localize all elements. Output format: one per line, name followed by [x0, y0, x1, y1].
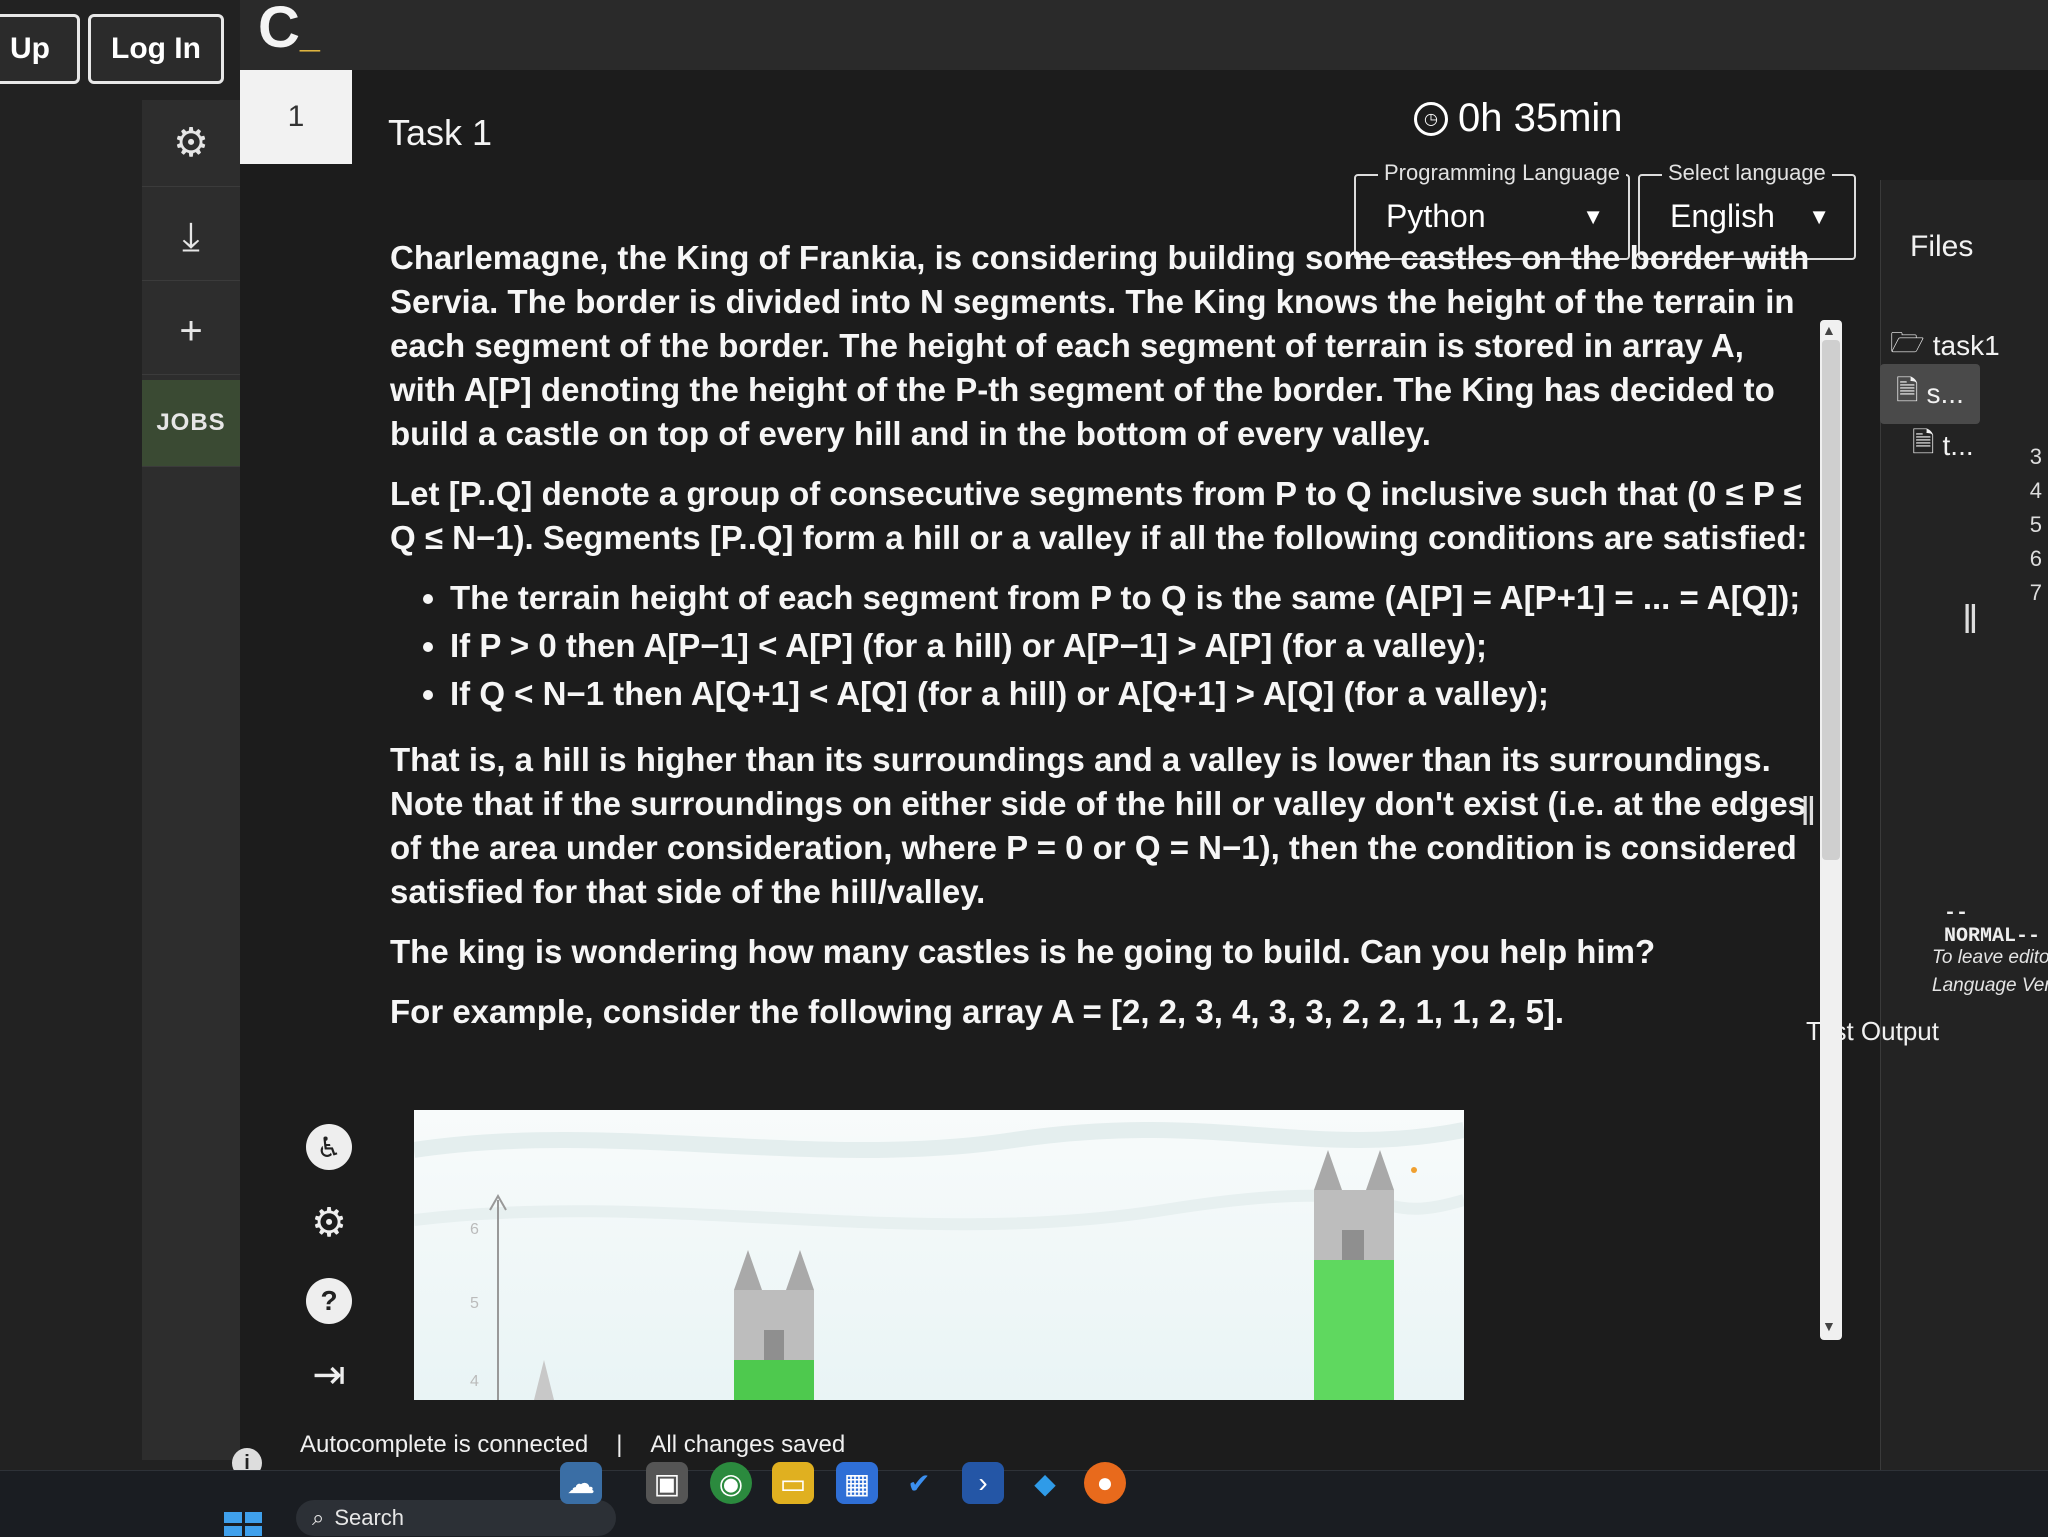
- powershell-icon[interactable]: ›: [962, 1462, 1004, 1504]
- castle-icon: [734, 1250, 814, 1400]
- timer-value: 0h 35min: [1458, 96, 1623, 140]
- editor-hint-line: Language Vers: [1932, 975, 2048, 996]
- log-in-button[interactable]: Log In: [88, 14, 224, 84]
- calendar-icon[interactable]: ▦: [836, 1462, 878, 1504]
- sign-up-button[interactable]: Up: [0, 14, 80, 84]
- file-item[interactable]: 🗎 t...: [1912, 422, 1974, 470]
- task-tab-number: 1: [287, 100, 305, 133]
- files-title: Files: [1910, 230, 1974, 263]
- accessibility-button[interactable]: ♿: [306, 1124, 352, 1170]
- todo-icon[interactable]: ✔: [898, 1462, 940, 1504]
- description-paragraph: That is, a hill is higher than its surro…: [390, 741, 1807, 910]
- task-tab[interactable]: 1: [240, 70, 352, 164]
- editor-line-numbers: 3 4 5 6 7: [2012, 440, 2042, 610]
- y-tick-label: 6: [470, 1221, 479, 1238]
- terrain-figure: 6 5 4: [414, 1122, 1464, 1400]
- example-illustration: 6 5 4: [414, 1110, 1464, 1400]
- chevron-down-icon: ▼: [1582, 204, 1604, 229]
- condition-item: The terrain height of each segment from …: [450, 576, 1810, 620]
- vscode-icon[interactable]: ◆: [1024, 1462, 1066, 1504]
- description-paragraph: For example, consider the following arra…: [390, 993, 1565, 1030]
- add-button[interactable]: +: [142, 288, 240, 375]
- download-icon: ⤓: [182, 214, 200, 259]
- folder-icon: 🗁: [1890, 327, 1925, 358]
- language-legend: Select language: [1662, 160, 1832, 186]
- file-label: t...: [1942, 430, 1974, 461]
- gear-icon: ⚙: [311, 1201, 347, 1245]
- line-number: 3: [2029, 444, 2042, 469]
- accessibility-icon: ♿: [316, 1131, 342, 1163]
- line-number: 5: [2029, 512, 2042, 537]
- autocomplete-status: Autocomplete is connected: [300, 1431, 589, 1458]
- jobs-button[interactable]: JOBS: [142, 380, 240, 467]
- y-tick-label: 4: [470, 1373, 479, 1390]
- save-status: All changes saved: [650, 1431, 846, 1458]
- vim-mode-indicator: --NORMAL--: [1944, 902, 2041, 948]
- search-icon: ⌕: [312, 1505, 325, 1530]
- y-tick-label: 5: [470, 1295, 479, 1312]
- scrollbar-thumb[interactable]: [1822, 340, 1840, 860]
- scroll-down-arrow-icon[interactable]: ▼: [1822, 1318, 1836, 1334]
- castle-icon: [1314, 1150, 1394, 1400]
- line-number: 7: [2029, 580, 2042, 605]
- condition-item: If Q < N−1 then A[Q+1] < A[Q] (for a hil…: [450, 672, 1810, 716]
- file-icon: 🗎: [1896, 375, 1919, 406]
- folder-label: task1: [1932, 330, 2000, 361]
- conditions-list: The terrain height of each segment from …: [450, 576, 1810, 716]
- chevron-down-icon: ▼: [1808, 204, 1830, 229]
- clock-icon: ◷: [1414, 101, 1448, 136]
- editor-hint: To leave editor Language Vers: [1932, 944, 2048, 1000]
- language-value: English: [1670, 198, 1775, 234]
- test-output-tab[interactable]: Test Output: [1806, 1016, 1939, 1047]
- taskbar-search[interactable]: ⌕ Search: [296, 1500, 616, 1536]
- download-button[interactable]: ⤓: [142, 194, 240, 281]
- sign-out-button[interactable]: ⇥: [306, 1352, 352, 1398]
- programming-language-value: Python: [1386, 198, 1486, 234]
- help-button[interactable]: ?: [306, 1278, 352, 1324]
- windows-start-icon[interactable]: [224, 1512, 262, 1536]
- task-title: Task 1: [388, 112, 493, 153]
- file-icon: 🗎: [1912, 427, 1935, 458]
- status-bar: Autocomplete is connected | All changes …: [300, 1420, 2048, 1470]
- taskbar-search-label: Search: [334, 1505, 405, 1530]
- folder-item[interactable]: 🗁 task1: [1890, 322, 2000, 370]
- panel-resize-handle[interactable]: ‖: [1962, 598, 1979, 643]
- timer: ◷ 0h 35min: [1414, 96, 1623, 141]
- description-paragraph: The king is wondering how many castles i…: [390, 933, 1656, 970]
- line-number: 4: [2029, 478, 2042, 503]
- editor-hint-line: To leave editor: [1932, 947, 2048, 968]
- sign-up-label: Up: [10, 32, 50, 65]
- sign-out-icon: ⇥: [312, 1353, 346, 1397]
- file-label: s...: [1926, 378, 1964, 409]
- preferences-button[interactable]: ⚙: [306, 1200, 352, 1246]
- log-in-label: Log In: [111, 32, 201, 65]
- chrome-icon[interactable]: ◉: [710, 1462, 752, 1504]
- firefox-icon[interactable]: ●: [1084, 1462, 1126, 1504]
- app-logo: C_: [258, 0, 320, 60]
- widgets-icon[interactable]: ☁: [560, 1462, 602, 1504]
- plus-icon: +: [179, 308, 203, 353]
- condition-item: If P > 0 then A[P−1] < A[P] (for a hill)…: [450, 624, 1810, 668]
- description-paragraph: Let [P..Q] denote a group of consecutive…: [390, 475, 1808, 556]
- task-description: Charlemagne, the King of Frankia, is con…: [390, 236, 1810, 1050]
- file-item[interactable]: 🗎 s...: [1880, 364, 1980, 424]
- question-icon: ?: [320, 1285, 338, 1316]
- settings-button[interactable]: ⚙: [142, 100, 240, 187]
- task-view-icon[interactable]: ▣: [646, 1462, 688, 1504]
- top-bar: [240, 0, 2048, 70]
- programming-language-legend: Programming Language: [1378, 160, 1627, 186]
- description-paragraph: Charlemagne, the King of Frankia, is con…: [390, 239, 1810, 452]
- gear-icon: ⚙: [173, 121, 209, 165]
- file-explorer-icon[interactable]: ▭: [772, 1462, 814, 1504]
- status-separator: |: [616, 1431, 623, 1458]
- jobs-label: JOBS: [156, 409, 226, 436]
- scroll-up-arrow-icon[interactable]: ▲: [1822, 322, 1836, 338]
- line-number: 6: [2029, 546, 2042, 571]
- panel-resize-handle[interactable]: ‖: [1800, 790, 1817, 835]
